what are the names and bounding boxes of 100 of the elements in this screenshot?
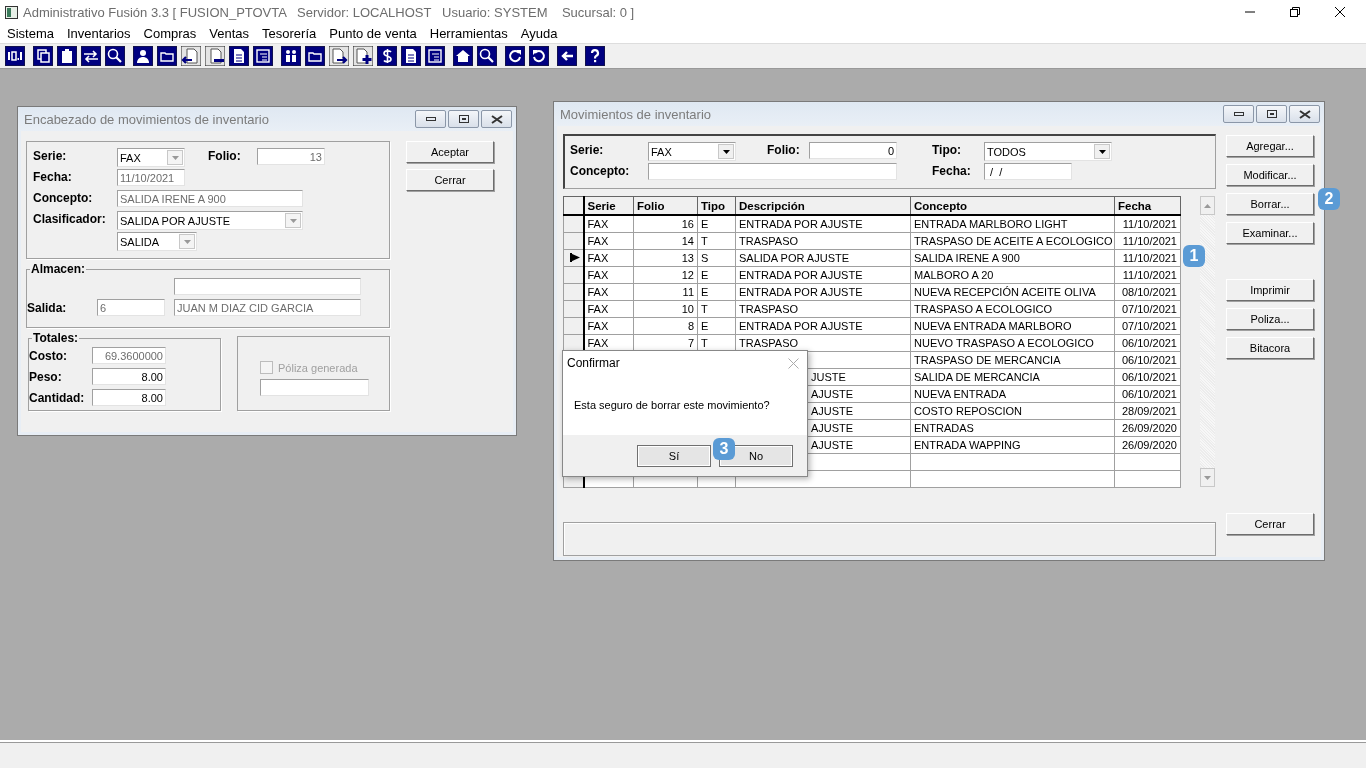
- table-cell: COSTO REPOSCION: [910, 402, 1115, 420]
- help-icon[interactable]: [585, 46, 605, 66]
- field-label: Fecha:: [932, 163, 972, 179]
- field-label: Serie:: [570, 142, 605, 158]
- date-field[interactable]: / /: [984, 163, 1072, 180]
- people-icon[interactable]: [281, 46, 301, 66]
- home-icon[interactable]: [453, 46, 473, 66]
- close-icon: [1298, 109, 1311, 119]
- table-cell: TRASPASO: [735, 232, 911, 250]
- caret-icon: [722, 149, 730, 154]
- table-cell: 28/09/2021: [1114, 402, 1181, 420]
- action-button[interactable]: Bitacora: [1226, 337, 1314, 359]
- document-add-icon[interactable]: [353, 46, 373, 66]
- serie-dropdown[interactable]: FAX: [648, 142, 736, 161]
- table-cell: TRASPASO DE MERCANCIA: [910, 351, 1115, 369]
- action-button[interactable]: Poliza...: [1226, 308, 1314, 330]
- table-cell: SALIDA POR AJUSTE: [735, 249, 911, 267]
- table-cell: 26/09/2020: [1114, 419, 1181, 437]
- menu-item[interactable]: Sistema: [7, 26, 54, 41]
- group-title: Totales:: [32, 331, 80, 345]
- caret-icon: [171, 155, 179, 160]
- document-import-icon[interactable]: [181, 46, 201, 66]
- search-icon[interactable]: [105, 46, 125, 66]
- field-label: Fecha:: [33, 169, 73, 185]
- scrollbar[interactable]: [1200, 196, 1215, 487]
- folio-field[interactable]: 0: [809, 142, 897, 159]
- table-cell: NUEVA ENTRADA: [910, 385, 1115, 403]
- folder-icon[interactable]: [157, 46, 177, 66]
- restore-icon[interactable]: [1290, 7, 1300, 17]
- step-badge: 2: [1318, 188, 1340, 210]
- column-header[interactable]: Concepto: [910, 196, 1115, 215]
- menu-item[interactable]: Compras: [143, 26, 197, 41]
- table-cell: E: [697, 317, 736, 335]
- document-icon[interactable]: [229, 46, 249, 66]
- document-icon[interactable]: [401, 46, 421, 66]
- menu-item[interactable]: Inventarios: [66, 26, 131, 41]
- action-button[interactable]: Cerrar: [1226, 513, 1314, 535]
- swap-icon[interactable]: [81, 46, 101, 66]
- concept-field[interactable]: [648, 163, 897, 180]
- action-button[interactable]: Agregar...: [1226, 135, 1314, 157]
- action-button[interactable]: Imprimir: [1226, 279, 1314, 301]
- dialog-button[interactable]: Cerrar: [406, 169, 494, 191]
- column-header[interactable]: Tipo: [697, 196, 736, 215]
- dialog-button[interactable]: Sí: [637, 444, 711, 467]
- action-button[interactable]: Borrar...: [1226, 193, 1314, 215]
- list-icon[interactable]: [253, 46, 273, 66]
- field-label: Salida:: [27, 300, 68, 315]
- undo-icon[interactable]: [529, 46, 549, 66]
- table-cell: TRASPASO: [735, 300, 911, 318]
- table-cell: 12: [633, 266, 698, 284]
- close-button[interactable]: [481, 110, 512, 128]
- type-dropdown[interactable]: SALIDA: [117, 232, 197, 251]
- action-button[interactable]: Modificar...: [1226, 164, 1314, 186]
- search-icon[interactable]: [477, 46, 497, 66]
- table-cell: 11: [633, 283, 698, 301]
- document-export-icon[interactable]: [329, 46, 349, 66]
- maximize-button[interactable]: [1256, 105, 1287, 123]
- table-cell: FAX: [583, 283, 634, 301]
- serie-dropdown[interactable]: FAX: [117, 148, 185, 167]
- folder-icon[interactable]: [305, 46, 325, 66]
- table-cell: 08/10/2021: [1114, 283, 1181, 301]
- menu-item[interactable]: Ayuda: [520, 26, 558, 41]
- minimize-button[interactable]: [1223, 105, 1254, 123]
- total-field[interactable]: 8.00: [92, 389, 166, 406]
- arrow-left-icon[interactable]: [557, 46, 577, 66]
- app-icon: [5, 5, 18, 19]
- table-cell: 8: [633, 317, 698, 335]
- menu-item[interactable]: Punto de venta: [329, 26, 417, 41]
- table-cell: 06/10/2021: [1114, 334, 1181, 352]
- type-dropdown[interactable]: TODOS: [984, 142, 1112, 161]
- menu-item[interactable]: Ventas: [209, 26, 250, 41]
- total-field[interactable]: 8.00: [92, 368, 166, 385]
- menu-item[interactable]: Tesorería: [262, 26, 317, 41]
- column-header[interactable]: Fecha: [1114, 196, 1181, 215]
- text-field[interactable]: [260, 379, 369, 396]
- user-icon[interactable]: [133, 46, 153, 66]
- numbers-icon[interactable]: [5, 46, 25, 66]
- close-button[interactable]: [1289, 105, 1320, 123]
- column-header[interactable]: Folio: [633, 196, 698, 215]
- close-icon: [490, 114, 503, 124]
- copy-icon[interactable]: [33, 46, 53, 66]
- dialog-button[interactable]: Aceptar: [406, 141, 494, 163]
- menu-item[interactable]: Herramientas: [429, 26, 508, 41]
- list-icon[interactable]: [425, 46, 445, 66]
- window-title: Movimientos de inventario: [560, 106, 712, 122]
- step-badge: 3: [713, 438, 735, 460]
- clipboard-icon[interactable]: [57, 46, 77, 66]
- column-header[interactable]: Descripción: [735, 196, 911, 215]
- close-icon[interactable]: [1335, 7, 1345, 17]
- column-header[interactable]: Serie: [583, 196, 634, 215]
- classifier-dropdown[interactable]: SALIDA POR AJUSTE: [117, 211, 303, 230]
- dollar-icon[interactable]: [377, 46, 397, 66]
- minimize-button[interactable]: [415, 110, 446, 128]
- document-remove-icon[interactable]: [205, 46, 225, 66]
- maximize-button[interactable]: [448, 110, 479, 128]
- field-label: Cantidad:: [29, 390, 86, 405]
- refresh-icon[interactable]: [505, 46, 525, 66]
- action-button[interactable]: Examinar...: [1226, 222, 1314, 244]
- text-field[interactable]: [174, 278, 361, 295]
- dialog-title: Confirmar: [567, 356, 620, 370]
